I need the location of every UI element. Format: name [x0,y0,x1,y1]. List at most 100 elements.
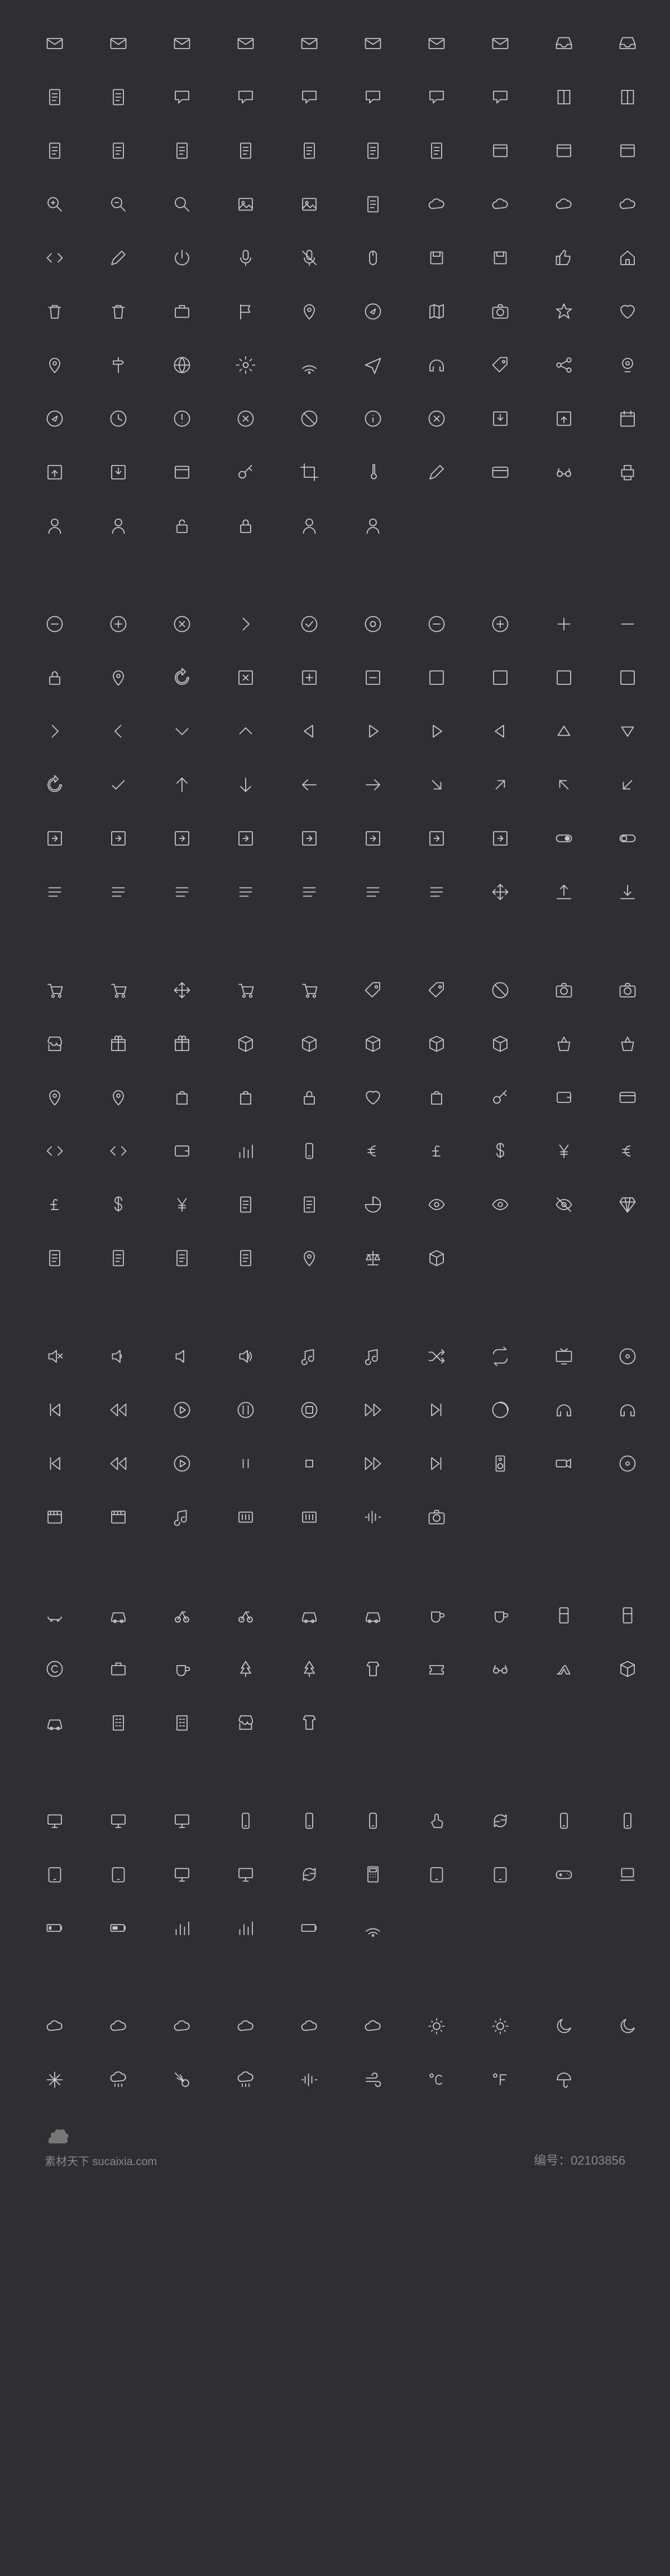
location-pin-icon [299,301,319,322]
celsius-icon [427,2070,447,2090]
chat-ellipsis-icon [236,87,256,107]
icon-row [45,409,625,429]
stop-circle-icon [299,1400,319,1420]
window-popup-icon [172,462,192,482]
monitor-icon [108,1811,128,1831]
tablet-horizontal-icon [108,1864,128,1884]
toggle-on-icon [554,828,574,848]
footer: 素材天下 sucaixia.com 编号：02103856 [45,2123,625,2169]
plus-circle-thin-icon [490,614,510,634]
signal-full-icon [236,1918,256,1938]
chevron-down-square-icon [490,668,510,688]
receipt-short-icon [299,1195,319,1215]
comet-icon [172,2070,192,2090]
sun-icon [490,2016,510,2036]
fahrenheit-icon [490,2070,510,2090]
store-icon [45,1034,65,1054]
skip-forward-icon [427,1454,447,1474]
cloud-icon [618,194,638,214]
spinner-icon [108,668,128,688]
cart-remove-icon [172,980,192,1000]
phone-back-icon [618,1811,638,1831]
icon-row [45,1864,625,1884]
inbox-icon [618,33,638,54]
icon-row [45,1712,625,1733]
crop-corner-icon [299,462,319,482]
document-icon [45,87,65,107]
mail-block-icon [363,33,383,54]
receipt-euro-icon [236,1248,256,1268]
crate-icon [490,1034,510,1054]
drive-icon [490,248,510,268]
arrow-up-right-icon [490,775,510,795]
fridge-icon [618,1605,638,1625]
footer-domain: 素材天下 sucaixia.com [45,2152,157,2169]
bank-note-icon [490,980,510,1000]
arrow-down-icon [236,775,256,795]
pie-chart-icon [363,1195,383,1215]
star-icon [554,301,574,322]
pound-circle-icon [45,1195,65,1215]
chat-lines-icon [427,87,447,107]
icon-row [45,1087,625,1107]
keyboard-icon [490,1087,510,1107]
mail-forward-icon [172,33,192,54]
cart-icon [45,980,65,1000]
mail-reply-icon [236,33,256,54]
skip-back-icon [45,1454,65,1474]
section-media [45,1346,625,1527]
basket-icon [554,1034,574,1054]
icon-row [45,87,625,107]
chevron-left-icon [108,721,128,741]
minus-icon [618,614,638,634]
error-404-icon [427,409,447,429]
icon-row [45,1346,625,1366]
icon-row [45,1811,625,1831]
user-circle-icon [299,516,319,536]
icon-row [45,1195,625,1215]
icon-row [45,2070,625,2090]
phone-landscape-icon [236,1811,256,1831]
trash-open-icon [108,301,128,322]
arrow-box-down-icon [363,828,383,848]
soundwave-icon [363,1507,383,1527]
smartphone-pay-icon [299,1141,319,1161]
trash-icon [45,301,65,322]
receipt-star-icon [45,1248,65,1268]
icon-row [45,1918,625,1938]
book-icon [554,87,574,107]
skateboard-icon [45,1605,65,1625]
page-small-icon [427,141,447,161]
clapperboard-icon [108,1507,128,1527]
play-circle-icon [172,1400,192,1420]
check-circle-icon [299,614,319,634]
pen-icon [427,462,447,482]
briefcase-icon [172,301,192,322]
music-note-icon [299,1346,319,1366]
glasses-icon [554,462,574,482]
camcorder-icon [554,1454,574,1474]
export-icon [45,462,65,482]
user-circle-alt-icon [363,516,383,536]
handbag-icon [427,1087,447,1107]
unlock-icon [172,516,192,536]
window-tab-icon [618,141,638,161]
minus-square-icon [363,668,383,688]
shorts-icon [363,1659,383,1679]
kitchen-icon [554,1605,574,1625]
chevron-down-icon [172,721,192,741]
icon-row [45,462,625,482]
pound-icon [427,1141,447,1161]
car-icon [108,1605,128,1625]
list-numbered-icon [363,882,383,902]
download-box-icon [490,409,510,429]
play-outline-icon [172,1454,192,1474]
icon-row [45,248,625,268]
printer-icon [618,462,638,482]
icon-row [45,1454,625,1474]
icon-row [45,1034,625,1054]
moon-crescent-icon [618,2016,638,2036]
rainbow-icon [236,2070,256,2090]
box-cube-icon [363,1034,383,1054]
icon-row [45,516,625,536]
